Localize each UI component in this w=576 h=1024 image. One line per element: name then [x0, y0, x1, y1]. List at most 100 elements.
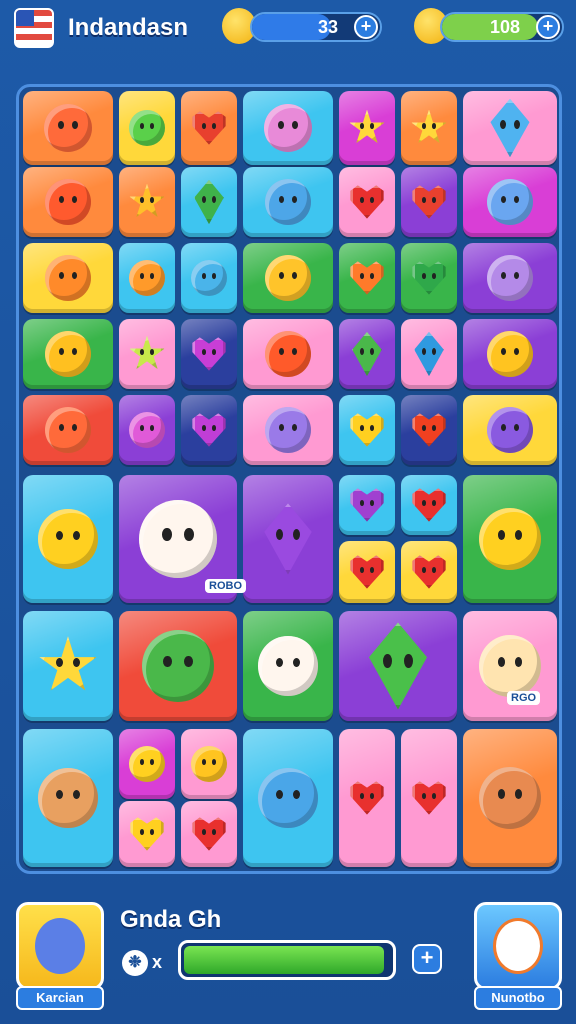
board-tile[interactable]	[339, 243, 395, 313]
board-tile[interactable]	[119, 319, 175, 389]
heart-icon	[350, 185, 384, 219]
board-tile[interactable]	[401, 243, 457, 313]
star-icon	[129, 183, 165, 218]
creature-icon	[264, 254, 312, 302]
board-tile[interactable]	[339, 395, 395, 465]
add-currency-button[interactable]: +	[536, 15, 560, 39]
heart-icon	[350, 488, 384, 522]
multiplier-symbol: x	[152, 952, 163, 972]
board-tile[interactable]	[463, 729, 557, 867]
creature-icon	[258, 768, 318, 828]
board-tile[interactable]	[401, 475, 457, 535]
heart-icon	[412, 185, 446, 219]
board-tile[interactable]	[401, 541, 457, 603]
board-tile[interactable]	[401, 319, 457, 389]
board-tile[interactable]	[181, 395, 237, 465]
board-tile[interactable]	[339, 167, 395, 237]
board-tile[interactable]	[463, 167, 557, 237]
board-tile[interactable]	[243, 729, 333, 867]
add-button[interactable]: +	[412, 944, 442, 974]
creature-icon	[128, 745, 166, 783]
star-icon	[129, 335, 165, 370]
player-avatar[interactable]	[16, 902, 104, 990]
flag-icon[interactable]	[14, 8, 54, 48]
board-tile[interactable]	[463, 319, 557, 389]
board-tile[interactable]	[119, 611, 237, 721]
creature-icon	[128, 109, 166, 147]
board-tile[interactable]	[181, 167, 237, 237]
board-tile[interactable]	[23, 167, 113, 237]
board-tile[interactable]	[23, 395, 113, 465]
currency-meter-1: 33 +	[250, 12, 382, 42]
board-tile[interactable]	[119, 91, 175, 165]
currency-value: 33	[317, 17, 338, 37]
star-icon	[411, 109, 447, 144]
board-tile[interactable]	[23, 91, 113, 165]
game-board: ROBO RGO	[16, 84, 562, 874]
board-tile[interactable]	[243, 611, 333, 721]
progress-bar	[178, 940, 396, 980]
board-tile[interactable]	[181, 801, 237, 867]
board-tile[interactable]	[401, 395, 457, 465]
board-tile[interactable]	[119, 167, 175, 237]
board-tile[interactable]	[23, 475, 113, 603]
creature-icon	[43, 103, 93, 153]
heart-icon	[350, 781, 384, 815]
board-tile[interactable]	[243, 395, 333, 465]
tile-label-chip: RGO	[507, 691, 541, 705]
creature-icon	[141, 629, 215, 703]
board-tile[interactable]	[181, 729, 237, 799]
board-tile[interactable]	[23, 319, 113, 389]
board-tile[interactable]	[181, 319, 237, 389]
board-tile[interactable]	[243, 243, 333, 313]
opponent-avatar[interactable]	[474, 902, 562, 990]
board-tile[interactable]	[243, 167, 333, 237]
gem-icon	[414, 331, 444, 377]
board-tile[interactable]	[243, 91, 333, 165]
round-icon: ❉	[122, 950, 148, 976]
board-tile[interactable]	[339, 541, 395, 603]
board-tile[interactable]	[339, 611, 457, 721]
creature-icon	[486, 406, 534, 454]
creature-icon	[264, 178, 312, 226]
add-currency-button[interactable]: +	[354, 15, 378, 39]
board-tile[interactable]	[23, 729, 113, 867]
board-tile[interactable]	[339, 91, 395, 165]
board-tile[interactable]	[119, 395, 175, 465]
board-tile[interactable]	[401, 729, 457, 867]
fox-character-icon	[493, 918, 543, 974]
board-tile[interactable]	[401, 91, 457, 165]
board-tile[interactable]	[401, 167, 457, 237]
heart-icon	[412, 413, 446, 447]
board-tile[interactable]	[463, 91, 557, 165]
star-icon	[39, 636, 97, 691]
board-tile[interactable]	[339, 319, 395, 389]
board-tile[interactable]	[23, 243, 113, 313]
board-tile[interactable]	[243, 319, 333, 389]
board-tile[interactable]	[243, 475, 333, 603]
creature-icon	[478, 766, 542, 830]
heart-icon	[130, 817, 164, 851]
creature-icon	[486, 330, 534, 378]
heart-icon	[192, 111, 226, 145]
creature-icon	[486, 254, 534, 302]
gem-icon	[194, 179, 224, 225]
board-tile[interactable]	[339, 729, 395, 867]
heart-icon	[192, 337, 226, 371]
progress-fill	[184, 946, 384, 974]
board-tile[interactable]	[119, 729, 175, 799]
board-tile[interactable]	[23, 611, 113, 721]
gem-icon	[368, 622, 428, 710]
board-tile[interactable]	[463, 475, 557, 603]
board-tile[interactable]	[463, 243, 557, 313]
tile-label-chip: ROBO	[205, 579, 246, 593]
gem-icon	[352, 331, 382, 377]
board-tile[interactable]	[339, 475, 395, 535]
board-tile[interactable]	[181, 91, 237, 165]
board-tile[interactable]	[463, 395, 557, 465]
board-tile[interactable]	[119, 801, 175, 867]
board-tile[interactable]	[181, 243, 237, 313]
board-tile[interactable]	[119, 243, 175, 313]
creature-icon	[486, 178, 534, 226]
heart-icon	[192, 413, 226, 447]
